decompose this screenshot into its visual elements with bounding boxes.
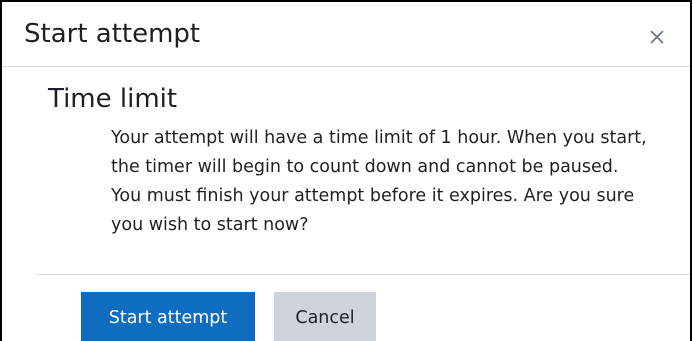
message-line: Your attempt will have a time limit of 1… [111,128,647,148]
message-line: you wish to start now? [111,215,309,235]
section-title-time-limit: Time limit [48,84,178,114]
start-attempt-button[interactable]: Start attempt [81,292,255,341]
footer-divider [36,274,690,275]
message-line: the timer will begin to count down and c… [111,157,619,177]
time-limit-message: Your attempt will have a time limit of 1… [111,124,690,240]
dialog-title: Start attempt [24,19,201,49]
cancel-button[interactable]: Cancel [274,292,376,341]
dialog-header: Start attempt [2,2,690,67]
close-icon [650,30,664,44]
message-line: You must finish your attempt before it e… [111,186,635,206]
start-attempt-dialog: Start attempt Time limit Your attempt wi… [0,0,692,341]
close-button[interactable] [642,22,672,52]
